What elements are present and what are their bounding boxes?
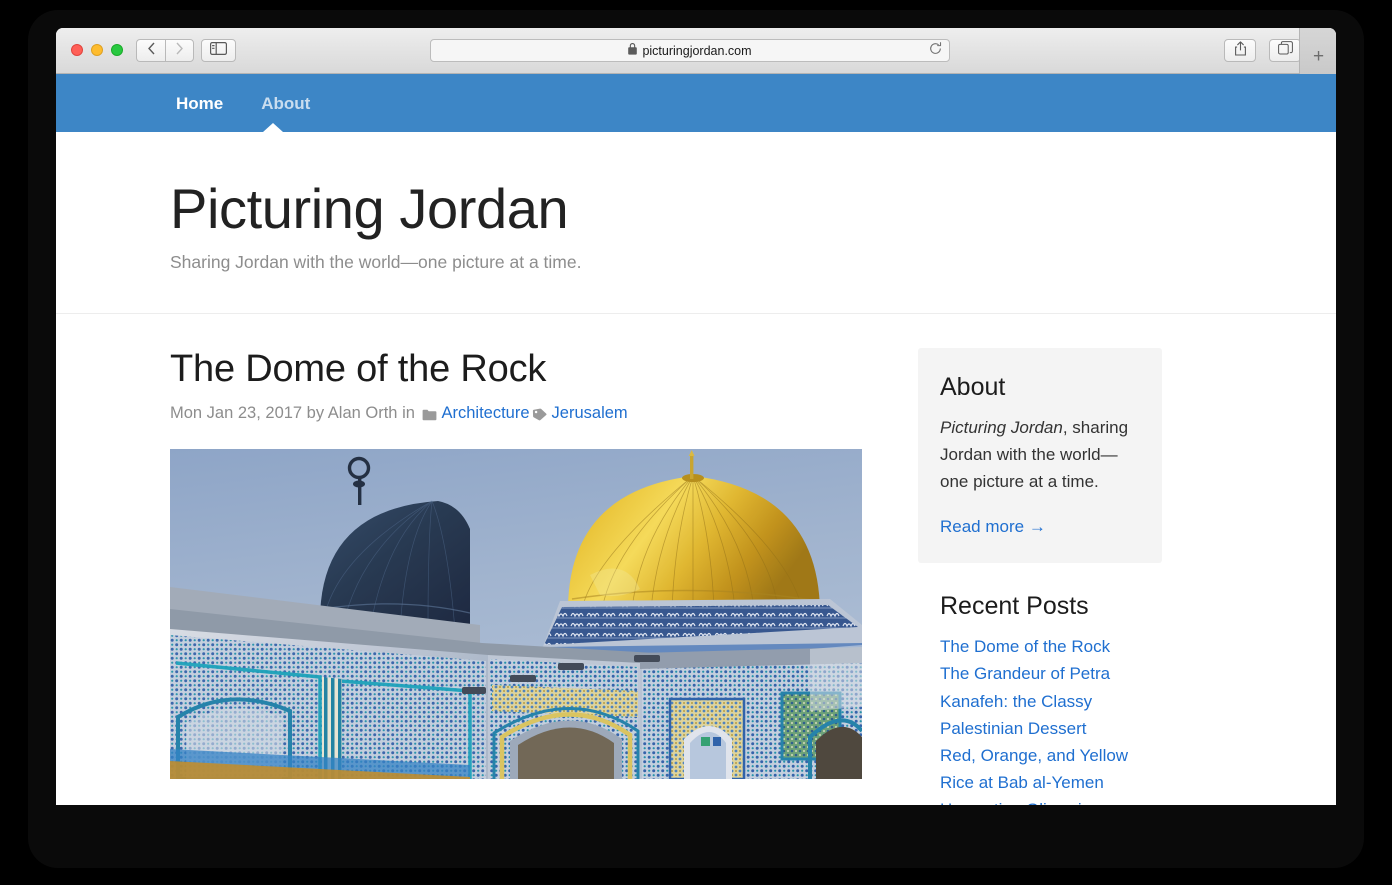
- browser-toolbar: picturingjordan.com +: [56, 28, 1336, 74]
- close-window-button[interactable]: [71, 44, 83, 56]
- post-featured-image[interactable]: [170, 449, 862, 780]
- share-icon: [1234, 40, 1247, 61]
- list-item: Harvesting Olives in: [940, 796, 1162, 805]
- site-navigation-links: Home About: [170, 74, 316, 132]
- post-title: The Dome of the Rock: [170, 347, 547, 390]
- page-viewport: Home About Picturing Jordan Sharing Jord…: [56, 74, 1336, 805]
- site-navigation-bar: Home About: [56, 74, 1336, 132]
- sidebar: About Picturing Jordan, sharing Jordan w…: [918, 347, 1162, 805]
- recent-post-link[interactable]: Harvesting Olives in: [940, 796, 1162, 805]
- about-widget-body: Picturing Jordan, sharing Jordan with th…: [940, 414, 1140, 496]
- reload-button[interactable]: [929, 41, 942, 60]
- back-button[interactable]: [136, 39, 165, 62]
- reload-icon: [929, 41, 942, 60]
- browser-window: picturingjordan.com + Home About Picturi…: [56, 28, 1336, 805]
- list-item: Red, Orange, and Yellow Rice at Bab al-Y…: [940, 742, 1162, 796]
- chevron-left-icon: [147, 42, 156, 60]
- list-item: Kanafeh: the Classy Palestinian Dessert: [940, 688, 1162, 742]
- about-widget-emphasis: Picturing Jordan: [940, 417, 1063, 437]
- nav-item-home[interactable]: Home: [170, 91, 229, 116]
- address-bar-content: picturingjordan.com: [628, 43, 752, 58]
- post-category-link[interactable]: Architecture: [442, 404, 530, 423]
- site-tagline: Sharing Jordan with the world—one pictur…: [170, 251, 582, 272]
- maximize-window-button[interactable]: [111, 44, 123, 56]
- chevron-right-icon: [175, 42, 184, 60]
- sidebar-toggle-button[interactable]: [201, 39, 236, 62]
- share-button[interactable]: [1224, 39, 1256, 62]
- address-bar-url: picturingjordan.com: [642, 43, 752, 58]
- about-widget-title: About: [940, 372, 1006, 401]
- lock-icon: [628, 43, 638, 58]
- post-meta: Mon Jan 23, 2017 by Alan Orth in Archite…: [170, 404, 862, 423]
- post-tag-link[interactable]: Jerusalem: [552, 404, 628, 423]
- window-controls: [71, 44, 123, 56]
- recent-posts-list: The Dome of the Rock The Grandeur of Pet…: [940, 633, 1162, 805]
- recent-post-link[interactable]: The Grandeur of Petra: [940, 660, 1162, 687]
- recent-post-link[interactable]: The Dome of the Rock: [940, 633, 1162, 660]
- show-all-tabs-button[interactable]: [1269, 39, 1301, 62]
- list-item: The Dome of the Rock: [940, 633, 1162, 660]
- main-column: The Dome of the Rock Mon Jan 23, 2017 by…: [170, 348, 862, 805]
- show-all-tabs-icon: [1277, 41, 1293, 60]
- device-bezel: picturingjordan.com + Home About Picturi…: [0, 0, 1392, 885]
- list-item: The Grandeur of Petra: [940, 660, 1162, 687]
- tab-strip-end: +: [1299, 28, 1336, 74]
- read-more-link[interactable]: Read more →: [940, 517, 1046, 537]
- nav-item-about[interactable]: About: [255, 91, 316, 116]
- minimize-window-button[interactable]: [91, 44, 103, 56]
- site-title: Picturing Jordan: [170, 177, 569, 240]
- active-nav-pointer-icon: [263, 123, 283, 132]
- address-bar[interactable]: picturingjordan.com: [430, 39, 950, 62]
- folder-icon: [422, 409, 437, 421]
- recent-posts-widget: Recent Posts The Dome of the Rock The Gr…: [918, 591, 1162, 805]
- recent-posts-title: Recent Posts: [940, 592, 1089, 621]
- sidebar-toggle-icon: [210, 41, 228, 60]
- new-tab-button[interactable]: +: [1300, 39, 1336, 74]
- site-header: Picturing Jordan Sharing Jordan with the…: [56, 132, 1336, 314]
- recent-post-link[interactable]: Kanafeh: the Classy Palestinian Dessert: [940, 688, 1162, 742]
- tag-icon: [532, 408, 547, 421]
- content-area: The Dome of the Rock Mon Jan 23, 2017 by…: [56, 314, 1336, 805]
- forward-button[interactable]: [165, 39, 194, 62]
- recent-post-link[interactable]: Red, Orange, and Yellow Rice at Bab al-Y…: [940, 742, 1162, 796]
- post-meta-byline: Mon Jan 23, 2017 by Alan Orth in: [170, 404, 420, 423]
- about-widget: About Picturing Jordan, sharing Jordan w…: [918, 347, 1162, 564]
